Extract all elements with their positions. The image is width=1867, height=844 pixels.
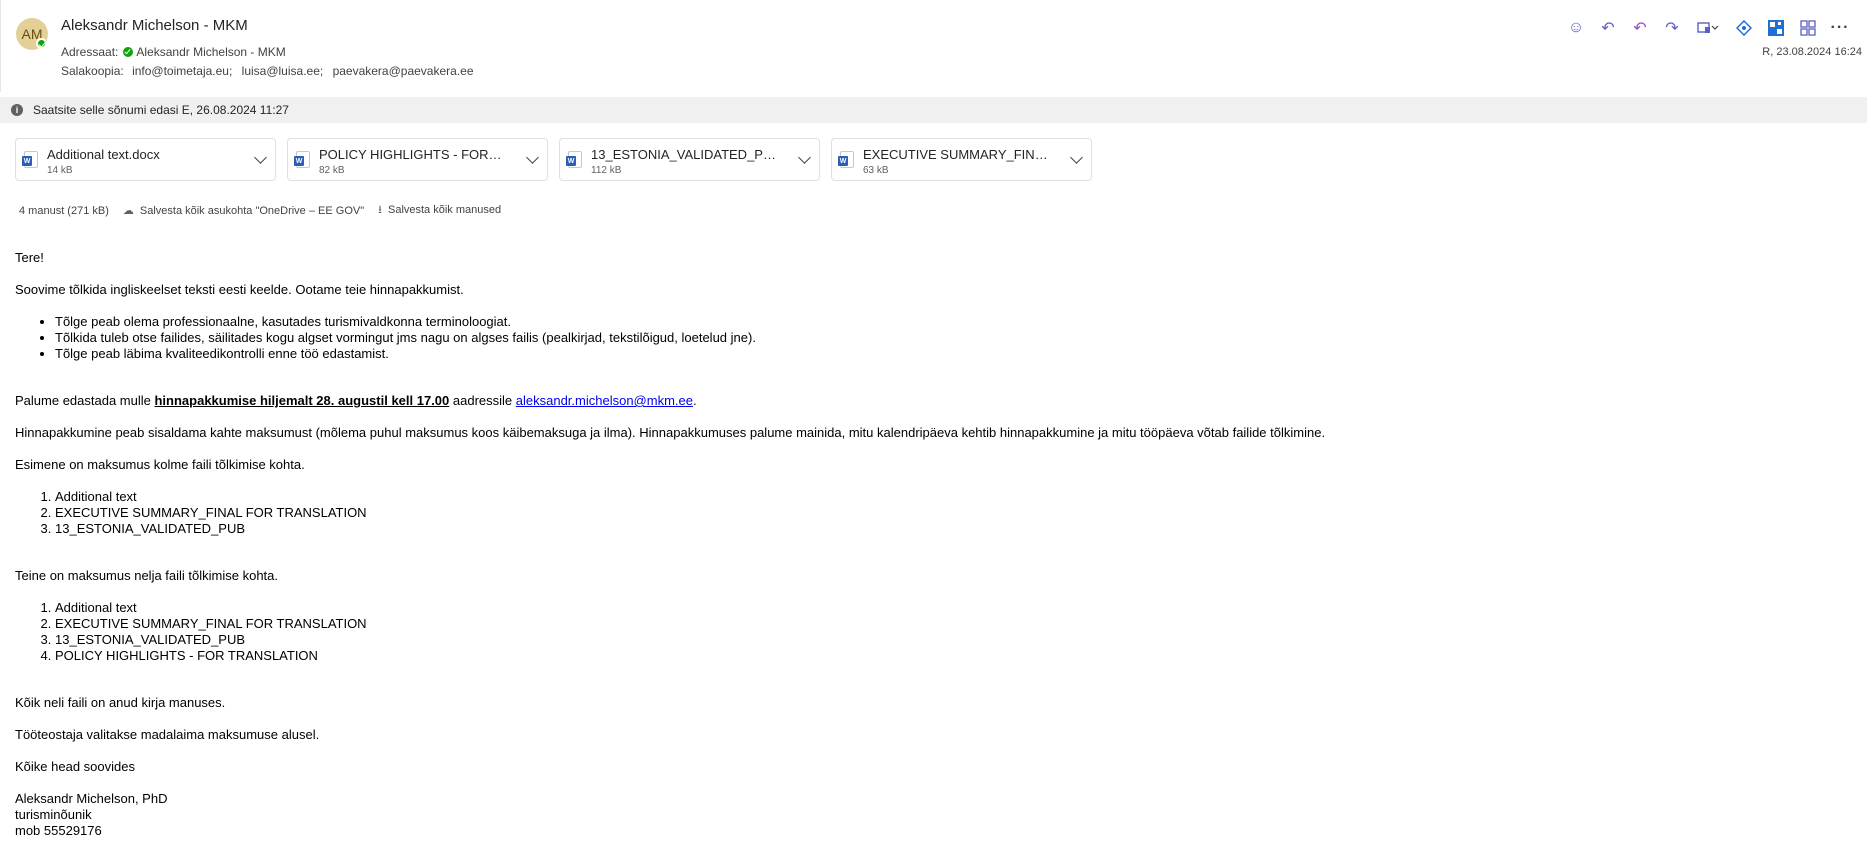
attachment-name: POLICY HIGHLIGHTS - FOR TRA...	[319, 147, 504, 162]
chevron-down-icon[interactable]	[798, 151, 811, 164]
bcc-row: Salakoopia: info@toimetaja.eu; luisa@lui…	[61, 64, 480, 78]
attachment-list: W Additional text.docx 14 kB W POLICY HI…	[15, 138, 1092, 181]
sender-name[interactable]: Aleksandr Michelson - MKM	[61, 17, 248, 34]
list-item: Additional text	[55, 489, 1855, 505]
list-item: Tõlge peab olema professionaalne, kasuta…	[55, 314, 1855, 330]
signature-title: turisminõunik	[15, 807, 92, 822]
save-all-button[interactable]: ⭳ Salvesta kõik manused	[378, 201, 501, 220]
attachment-size: 112 kB	[591, 165, 622, 176]
to-label: Adressaat:	[61, 45, 119, 59]
presence-check-icon	[123, 47, 134, 57]
attachment-name: Additional text.docx	[47, 147, 160, 162]
selection-note: Tööteostaja valitakse madalaima maksumus…	[15, 727, 320, 742]
word-file-icon: W	[566, 151, 582, 168]
save-onedrive-button[interactable]: ☁ Salvesta kõik asukohta "OneDrive – EE G…	[123, 204, 364, 217]
chevron-down-icon[interactable]	[1070, 151, 1083, 164]
word-file-icon: W	[22, 151, 38, 168]
list-item: Tõlkida tuleb otse failides, säilitades …	[55, 330, 1855, 346]
list-item: 13_ESTONIA_VALIDATED_PUB	[55, 521, 1855, 537]
intro-text: Soovime tõlkida ingliskeelset teksti ees…	[15, 282, 464, 297]
pricing-paragraph: Hinnapakkumine peab sisaldama kahte maks…	[15, 425, 1326, 440]
chevron-down-icon[interactable]	[526, 151, 539, 164]
attachment-size: 63 kB	[863, 165, 889, 176]
forwarded-info-text: Saatsite selle sõnumi edasi E, 26.08.202…	[33, 103, 289, 117]
second-option-title: Teine on maksumus nelja faili tõlkimise …	[15, 568, 279, 583]
deadline-paragraph: Palume edastada mulle hinnapakkumise hil…	[15, 393, 697, 408]
emoji-icon[interactable]: ☺	[1560, 16, 1592, 40]
bcc-recipient[interactable]: info@toimetaja.eu;	[132, 64, 232, 78]
cloud-icon: ☁	[122, 205, 134, 217]
attachment-name: 13_ESTONIA_VALIDATED_PUB....	[591, 147, 776, 162]
attachment-size: 82 kB	[319, 165, 345, 176]
tag-icon[interactable]	[1728, 16, 1760, 40]
list-item: EXECUTIVE SUMMARY_FINAL FOR TRANSLATION	[55, 505, 1855, 521]
attachment-card[interactable]: W 13_ESTONIA_VALIDATED_PUB.... 112 kB	[559, 138, 820, 181]
list-item: 13_ESTONIA_VALIDATED_PUB	[55, 632, 1855, 648]
closing: Kõike head soovides	[15, 759, 135, 774]
first-file-list: Additional text EXECUTIVE SUMMARY_FINAL …	[15, 489, 1855, 537]
requirements-list: Tõlge peab olema professionaalne, kasuta…	[15, 314, 1855, 362]
message-toolbar: ☺ ↶ ↶ ↷ ···	[1560, 16, 1856, 40]
attachment-actions: 4 manust (271 kB) ☁ Salvesta kõik asukoht…	[19, 201, 501, 220]
attachment-name: EXECUTIVE SUMMARY_FINAL F...	[863, 147, 1048, 162]
apps-icon[interactable]	[1792, 16, 1824, 40]
bcc-recipient[interactable]: luisa@luisa.ee;	[242, 64, 324, 78]
list-item: Additional text	[55, 600, 1855, 616]
message-header: AM Aleksandr Michelson - MKM Adressaat: A…	[0, 0, 1867, 92]
forward-icon[interactable]: ↷	[1656, 16, 1688, 40]
attached-note: Kõik neli faili on anud kirja manuses.	[15, 695, 226, 710]
more-icon[interactable]: ···	[1824, 16, 1856, 40]
deadline-emphasis: hinnapakkumise hiljemalt 28. augustil ke…	[154, 393, 450, 408]
email-link[interactable]: aleksandr.michelson@mkm.ee	[516, 393, 693, 408]
chevron-down-icon[interactable]	[254, 151, 267, 164]
message-body: Tere! Soovime tõlkida ingliskeelset teks…	[15, 250, 1855, 839]
signature-phone: mob 55529176	[15, 823, 102, 838]
to-recipient[interactable]: Aleksandr Michelson - MKM	[136, 45, 285, 59]
forwarded-info-bar: i Saatsite selle sõnumi edasi E, 26.08.2…	[0, 97, 1867, 123]
sent-date: R, 23.08.2024 16:24	[1762, 46, 1862, 58]
presence-available-icon	[36, 38, 47, 49]
attachment-size: 14 kB	[47, 165, 73, 176]
to-row: Adressaat: Aleksandr Michelson - MKM	[61, 45, 286, 59]
second-file-list: Additional text EXECUTIVE SUMMARY_FINAL …	[15, 600, 1855, 664]
attachment-card[interactable]: W POLICY HIGHLIGHTS - FOR TRA... 82 kB	[287, 138, 548, 181]
list-item: EXECUTIVE SUMMARY_FINAL FOR TRANSLATION	[55, 616, 1855, 632]
signature-name: Aleksandr Michelson, PhD	[15, 791, 168, 806]
bcc-label: Salakoopia:	[61, 64, 124, 78]
bcc-recipient[interactable]: paevakera@paevakera.ee	[333, 64, 474, 78]
greeting: Tere!	[15, 250, 44, 265]
download-icon: ⭳	[378, 204, 382, 216]
reply-all-icon[interactable]: ↶	[1624, 16, 1656, 40]
qr-icon[interactable]	[1760, 16, 1792, 40]
teams-share-icon[interactable]	[1688, 16, 1728, 40]
attachment-card[interactable]: W Additional text.docx 14 kB	[15, 138, 276, 181]
reply-icon[interactable]: ↶	[1592, 16, 1624, 40]
first-option-title: Esimene on maksumus kolme faili tõlkimis…	[15, 457, 305, 472]
list-item: POLICY HIGHLIGHTS - FOR TRANSLATION	[55, 648, 1855, 664]
attachment-count: 4 manust (271 kB)	[19, 204, 109, 217]
attachment-card[interactable]: W EXECUTIVE SUMMARY_FINAL F... 63 kB	[831, 138, 1092, 181]
word-file-icon: W	[294, 151, 310, 168]
word-file-icon: W	[838, 151, 854, 168]
info-icon: i	[11, 104, 23, 116]
list-item: Tõlge peab läbima kvaliteedikontrolli en…	[55, 346, 1855, 362]
